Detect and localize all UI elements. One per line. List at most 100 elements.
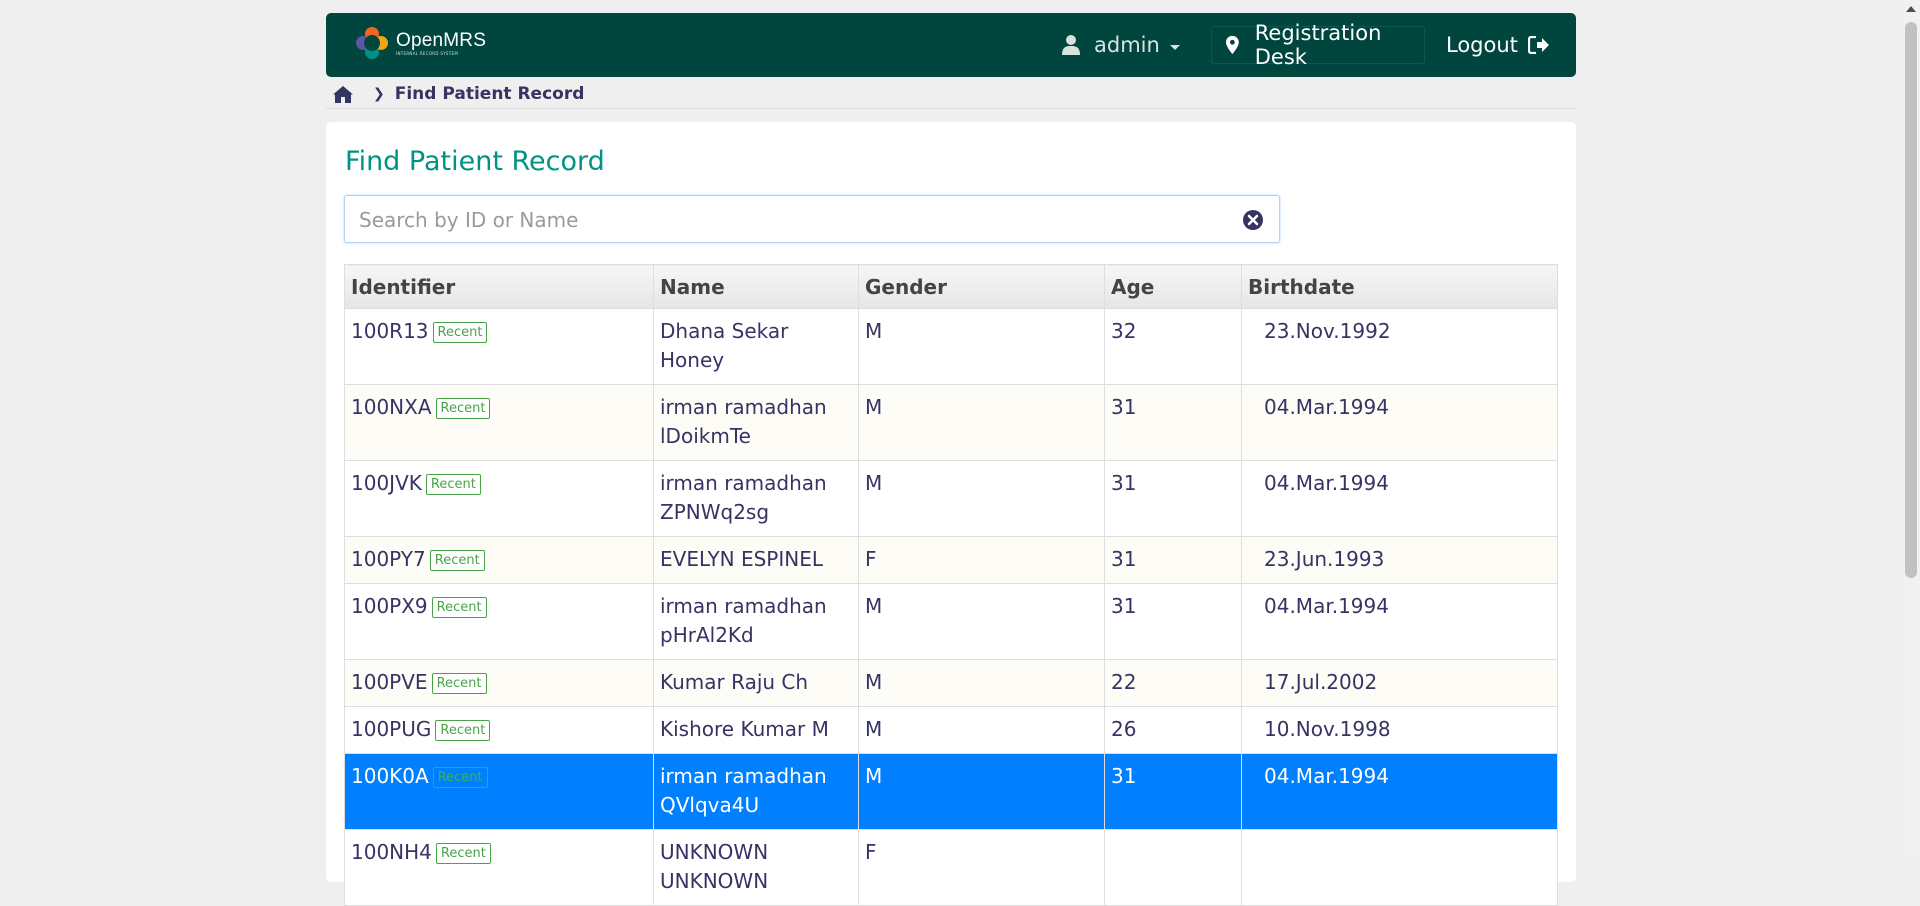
gender-cell: M [858,583,1105,660]
gender-cell: M [858,460,1105,537]
recent-badge: Recent [425,474,481,495]
identifier-cell: 100PVE Recent [344,659,654,707]
gender-cell: F [858,829,1105,906]
breadcrumb-current: Find Patient Record [394,84,585,104]
age-cell: 31 [1104,583,1242,660]
name-cell: irman ramadhan QVlqva4U [653,753,859,830]
patient-identifier: 100NXA [351,395,432,419]
table-row[interactable]: 100JVK Recent irman ramadhan ZPNWq2sg M 3… [344,460,1558,537]
breadcrumb-divider [326,108,1576,109]
name-cell: EVELYN ESPINEL [653,536,859,584]
patient-identifier: 100R13 [351,319,429,343]
birthdate-cell: 10.Nov.1998 [1241,706,1558,754]
logo-subtitle: INTERNAL RECORD SYSTEM [396,50,459,56]
birthdate-cell: 17.Jul.2002 [1241,659,1558,707]
name-cell: irman ramadhan pHrAl2Kd [653,583,859,660]
table-row-selected[interactable]: 100K0A Recent irman ramadhan QVlqva4U M 3… [344,753,1558,830]
identifier-cell: 100PX9 Recent [344,583,654,660]
table-row[interactable]: 100PY7 Recent EVELYN ESPINEL F 31 23.Jun.… [344,536,1558,584]
identifier-cell: 100R13 Recent [344,308,654,385]
identifier-cell: 100PY7 Recent [344,536,654,584]
recent-badge: Recent [431,673,487,694]
table-row[interactable]: 100NH4 Recent UNKNOWN UNKNOWN F [344,829,1558,906]
recent-badge: Recent [435,843,491,864]
table-row[interactable]: 100NXA Recent irman ramadhan lDoikmTe M 3… [344,384,1558,461]
gender-cell: M [858,308,1105,385]
age-cell: 26 [1104,706,1242,754]
identifier-cell: 100NXA Recent [344,384,654,461]
table-header-row: Identifier Name Gender Age Birthdate [344,264,1558,309]
recent-badge: Recent [435,398,491,419]
gender-cell: M [858,384,1105,461]
search-box [344,195,1280,244]
patient-table: Identifier Name Gender Age Birthdate 100… [344,264,1558,906]
birthdate-cell [1241,829,1558,906]
birthdate-cell: 23.Nov.1992 [1241,308,1558,385]
age-cell: 31 [1104,460,1242,537]
column-header-identifier[interactable]: Identifier [344,264,654,309]
openmrs-logo-icon [356,27,388,59]
column-header-birthdate[interactable]: Birthdate [1241,264,1558,309]
identifier-cell: 100PUG Recent [344,706,654,754]
recent-badge: Recent [429,550,485,571]
column-header-age[interactable]: Age [1104,264,1242,309]
scroll-up-arrow-icon[interactable] [1906,6,1916,12]
recent-badge: Recent [431,597,487,618]
patient-identifier: 100PUG [351,717,432,741]
patient-identifier: 100K0A [351,764,429,788]
identifier-cell: 100JVK Recent [344,460,654,537]
age-cell: 31 [1104,536,1242,584]
recent-badge: Recent [435,720,491,741]
name-cell: Dhana Sekar Honey [653,308,859,385]
openmrs-logo[interactable]: OpenMRS INTERNAL RECORD SYSTEM [356,27,486,59]
table-row[interactable]: 100PX9 Recent irman ramadhan pHrAl2Kd M 3… [344,583,1558,660]
scrollbar-thumb[interactable] [1905,22,1917,578]
clear-search-icon[interactable] [1243,210,1263,230]
gender-cell: M [858,753,1105,830]
sign-out-icon [1527,36,1549,54]
identifier-cell: 100NH4 Recent [344,829,654,906]
user-menu[interactable]: admin [1062,31,1180,59]
recent-badge: Recent [432,322,488,343]
name-cell: irman ramadhan ZPNWq2sg [653,460,859,537]
app-header: OpenMRS INTERNAL RECORD SYSTEM admin Reg… [326,13,1576,77]
birthdate-cell: 04.Mar.1994 [1241,384,1558,461]
birthdate-cell: 23.Jun.1993 [1241,536,1558,584]
table-row[interactable]: 100PUG Recent Kishore Kumar M M 26 10.Nov… [344,706,1558,754]
patient-identifier: 100PY7 [351,547,426,571]
user-icon [1062,35,1080,55]
name-cell: UNKNOWN UNKNOWN [653,829,859,906]
gender-cell: M [858,706,1105,754]
age-cell: 32 [1104,308,1242,385]
birthdate-cell: 04.Mar.1994 [1241,753,1558,830]
gender-cell: F [858,536,1105,584]
recent-badge: Recent [432,767,488,788]
breadcrumb: ❯ Find Patient Record [333,80,584,108]
name-cell: Kishore Kumar M [653,706,859,754]
name-cell: Kumar Raju Ch [653,659,859,707]
age-cell [1104,829,1242,906]
home-icon[interactable] [333,85,353,103]
age-cell: 31 [1104,384,1242,461]
age-cell: 31 [1104,753,1242,830]
patient-identifier: 100PVE [351,670,428,694]
page-title: Find Patient Record [345,146,605,177]
table-row[interactable]: 100R13 Recent Dhana Sekar Honey M 32 23.N… [344,308,1558,385]
logout-label: Logout [1446,33,1518,57]
patient-identifier: 100JVK [351,471,422,495]
gender-cell: M [858,659,1105,707]
column-header-name[interactable]: Name [653,264,859,309]
column-header-gender[interactable]: Gender [858,264,1105,309]
logo-name: OpenMRS [396,29,487,51]
name-cell: irman ramadhan lDoikmTe [653,384,859,461]
age-cell: 22 [1104,659,1242,707]
table-row[interactable]: 100PVE Recent Kumar Raju Ch M 22 17.Jul.2… [344,659,1558,707]
patient-identifier: 100PX9 [351,594,428,618]
page-scrollbar[interactable] [1902,0,1920,857]
search-input[interactable] [357,196,1211,244]
username-label: admin [1094,33,1160,57]
logout-button[interactable]: Logout [1446,31,1550,59]
location-selector[interactable]: Registration Desk [1211,21,1425,69]
birthdate-cell: 04.Mar.1994 [1241,583,1558,660]
location-label: Registration Desk [1254,21,1382,69]
